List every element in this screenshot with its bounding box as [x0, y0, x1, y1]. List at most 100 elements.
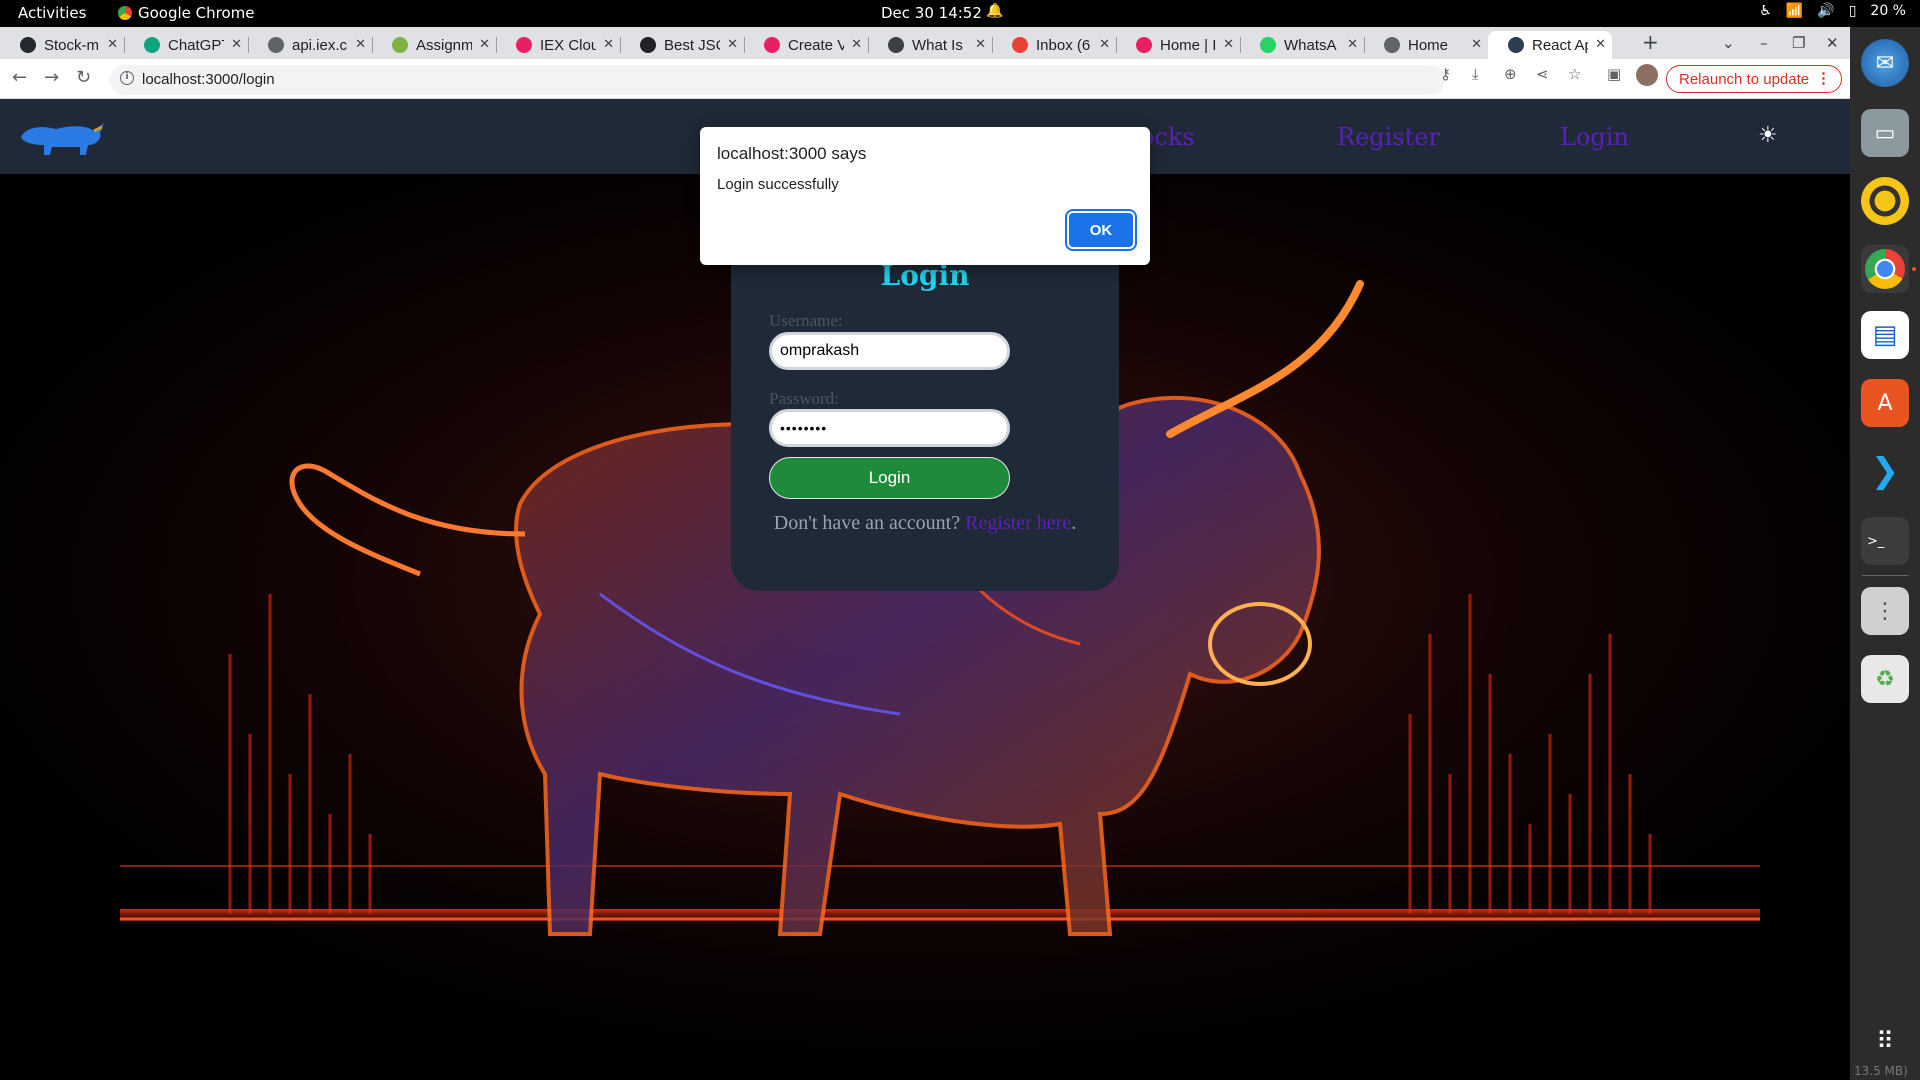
reload-button[interactable]: ↻ — [76, 67, 91, 88]
system-top-bar: Activities Google Chrome Dec 30 14:52 🔔 … — [0, 0, 1920, 27]
site-info-icon[interactable]: i — [120, 71, 134, 85]
register-prompt-end: . — [1071, 512, 1077, 534]
battery-icon: ▯ — [1848, 3, 1857, 19]
alert-title: localhost:3000 says — [717, 144, 867, 163]
tab-close-icon[interactable]: ✕ — [1099, 36, 1110, 52]
restore-button[interactable]: ❐ — [1792, 34, 1805, 52]
activities-button[interactable]: Activities — [18, 4, 86, 22]
ubuntu-dock: ✉ ▭ ▤ A ❯ >_ ⋮ ♻ ⠿ 13.5 MB) — [1850, 27, 1920, 1080]
vscode-icon[interactable]: ❯ — [1861, 447, 1909, 495]
chrome-window: Stock-m✕ChatGPT✕api.iex.c✕Assignm✕IEX Cl… — [0, 27, 1850, 1080]
browser-tab[interactable]: React Ap ✕ — [1488, 31, 1612, 59]
iex-icon — [764, 37, 780, 53]
system-tray[interactable]: ♿ 📶 🔊 ▯ 20 % — [1759, 3, 1906, 19]
whatsapp-icon — [1260, 37, 1276, 53]
browser-tab[interactable]: Create V ✕ — [744, 31, 868, 59]
show-apps-icon[interactable]: ⠿ — [1861, 1017, 1909, 1065]
tab-label: Home — [1408, 36, 1449, 54]
tab-close-icon[interactable]: ✕ — [1595, 36, 1606, 52]
cb-icon — [640, 37, 656, 53]
browser-tab[interactable]: Best JSC ✕ — [620, 31, 744, 59]
theme-toggle-sun-icon[interactable]: ☀ — [1758, 123, 1778, 148]
nav-link-login[interactable]: Login — [1560, 123, 1629, 151]
rhythmbox-icon[interactable] — [1861, 177, 1909, 225]
register-here-link[interactable]: Register here — [965, 512, 1071, 534]
tab-close-icon[interactable]: ✕ — [355, 36, 366, 52]
browser-tab[interactable]: WhatsA ✕ — [1240, 31, 1364, 59]
bookmark-star-icon[interactable]: ☆ — [1568, 65, 1581, 83]
password-input[interactable]: •••••••• — [769, 409, 1010, 447]
trash-icon[interactable]: ♻ — [1861, 655, 1909, 703]
browser-tab[interactable]: Home | I ✕ — [1116, 31, 1240, 59]
chrome-icon[interactable] — [1861, 245, 1909, 293]
tab-close-icon[interactable]: ✕ — [851, 36, 862, 52]
app-center-icon[interactable]: A — [1861, 379, 1909, 427]
chrome-running-indicator — [1912, 267, 1916, 271]
tab-label: IEX Clou — [540, 36, 596, 54]
battery-percent: 20 % — [1870, 3, 1906, 19]
files-icon[interactable]: ▭ — [1861, 109, 1909, 157]
tab-close-icon[interactable]: ✕ — [1223, 36, 1234, 52]
browser-tab[interactable]: ChatGPT ✕ — [124, 31, 248, 59]
iex-icon — [516, 37, 532, 53]
alert-dialog: localhost:3000 says Login successfully O… — [700, 127, 1150, 265]
tab-close-icon[interactable]: ✕ — [603, 36, 614, 52]
app-name: Google Chrome — [138, 4, 255, 22]
tab-label: Home | I — [1160, 36, 1216, 54]
browser-tab[interactable]: Inbox (6 ✕ — [992, 31, 1116, 59]
username-input[interactable]: omprakash — [769, 332, 1010, 370]
volume-icon: 🔊 — [1817, 3, 1835, 19]
close-window-button[interactable]: ✕ — [1826, 34, 1839, 52]
browser-tab[interactable]: Assignm ✕ — [372, 31, 496, 59]
browser-tab[interactable]: Stock-m ✕ — [0, 31, 124, 59]
tab-label: ChatGPT — [168, 36, 224, 54]
removable-drive-icon[interactable]: ⋮ — [1861, 587, 1909, 635]
forward-button[interactable]: → — [44, 67, 59, 88]
writer-icon[interactable]: ▤ — [1861, 311, 1909, 359]
tab-close-icon[interactable]: ✕ — [975, 36, 986, 52]
install-app-icon[interactable]: ⤓ — [1472, 65, 1479, 83]
address-bar[interactable]: i localhost:3000/login — [110, 65, 1445, 95]
tab-label: WhatsA — [1284, 36, 1337, 54]
tab-close-icon[interactable]: ✕ — [479, 36, 490, 52]
username-label: Username: — [769, 311, 843, 330]
password-key-icon[interactable]: ⚷ — [1440, 65, 1451, 83]
tab-search-chevron-icon[interactable]: ⌄ — [1722, 34, 1735, 52]
react-icon — [1508, 37, 1524, 53]
browser-tab[interactable]: What Is ✕ — [868, 31, 992, 59]
nav-link-register[interactable]: Register — [1337, 123, 1440, 151]
back-button[interactable]: ← — [12, 67, 27, 88]
iex-icon — [1136, 37, 1152, 53]
share-icon[interactable]: ⋖ — [1536, 65, 1549, 83]
tab-label: Assignm — [416, 36, 472, 54]
login-button[interactable]: Login — [769, 457, 1010, 499]
register-prompt-text: Don't have an account? — [773, 512, 961, 534]
github-icon — [20, 37, 36, 53]
terminal-icon[interactable]: >_ — [1861, 517, 1909, 565]
tab-close-icon[interactable]: ✕ — [1347, 36, 1358, 52]
minimize-button[interactable]: – — [1760, 34, 1768, 52]
url-text[interactable]: localhost:3000/login — [142, 71, 275, 88]
tab-close-icon[interactable]: ✕ — [107, 36, 118, 52]
browser-toolbar: ← → ↻ i localhost:3000/login ⚷ ⤓ ⊕ ⋖ ☆ ▣… — [0, 59, 1850, 99]
tab-close-icon[interactable]: ✕ — [1471, 36, 1482, 52]
profile-avatar-icon[interactable] — [1636, 64, 1658, 86]
clock[interactable]: Dec 30 14:52 — [881, 4, 982, 22]
side-panel-icon[interactable]: ▣ — [1607, 65, 1621, 83]
tab-close-icon[interactable]: ✕ — [231, 36, 242, 52]
alert-ok-button[interactable]: OK — [1069, 213, 1133, 247]
zoom-icon[interactable]: ⊕ — [1504, 65, 1517, 83]
tab-label: Best JSC — [664, 36, 720, 54]
bull-logo-icon[interactable] — [16, 119, 106, 159]
tab-label: Inbox (6 — [1036, 36, 1091, 54]
browser-tab[interactable]: IEX Clou ✕ — [496, 31, 620, 59]
app-menu[interactable]: Google Chrome — [118, 4, 255, 22]
thunderbird-icon[interactable]: ✉ — [1861, 39, 1909, 87]
new-tab-button[interactable]: + — [1642, 30, 1659, 54]
relaunch-to-update-button[interactable]: Relaunch to update ⋮ — [1666, 65, 1842, 93]
home-page-icon — [1384, 37, 1400, 53]
browser-tab[interactable]: Home ✕ — [1364, 31, 1488, 59]
tab-close-icon[interactable]: ✕ — [727, 36, 738, 52]
more-menu-icon: ⋮ — [1816, 70, 1831, 87]
browser-tab[interactable]: api.iex.c ✕ — [248, 31, 372, 59]
